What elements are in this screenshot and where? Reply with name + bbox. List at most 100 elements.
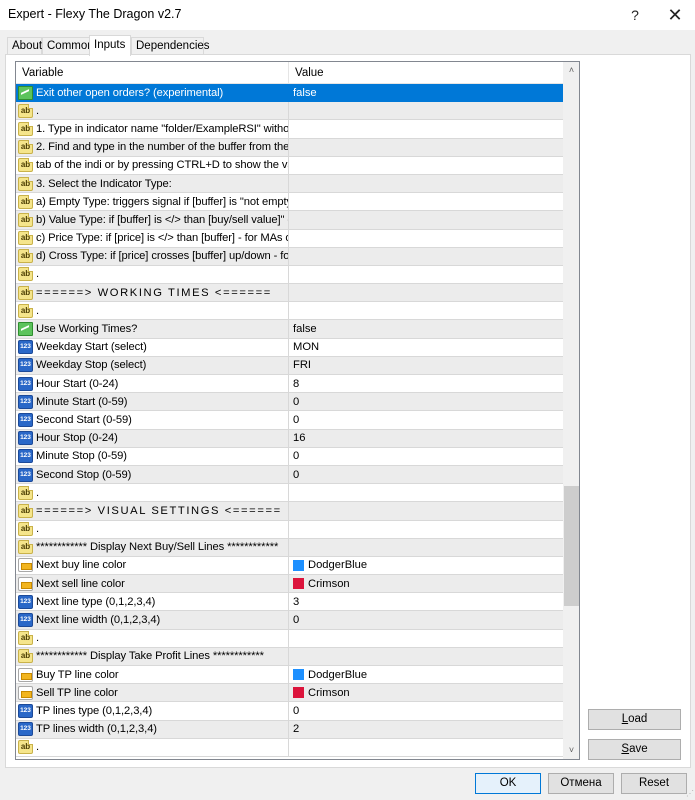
variable-cell[interactable]: 123 Minute Stop (0-59) — [16, 447, 289, 465]
tab-common[interactable]: Common — [42, 37, 94, 55]
variable-cell[interactable]: ab c) Price Type: if [price] is </> than … — [16, 229, 289, 247]
value-cell[interactable] — [289, 284, 563, 301]
value-cell[interactable]: 0 — [289, 411, 563, 428]
table-row[interactable]: ab d) Cross Type: if [price] crosses [buf… — [16, 247, 563, 266]
scroll-up-icon[interactable]: ˄ — [563, 62, 579, 79]
tab-inputs[interactable]: Inputs — [89, 35, 131, 56]
variable-cell[interactable]: ab a) Empty Type: triggers signal if [buf… — [16, 193, 289, 211]
variable-cell[interactable]: Use Working Times? — [16, 320, 289, 338]
table-row[interactable]: ab. — [16, 738, 563, 757]
value-cell[interactable] — [289, 139, 563, 156]
variable-cell[interactable]: 123 Minute Start (0-59) — [16, 393, 289, 411]
value-cell[interactable]: 0 — [289, 448, 563, 465]
value-cell[interactable] — [289, 230, 563, 247]
variable-cell[interactable]: Next sell line color — [16, 575, 289, 593]
table-row[interactable]: 123 Next line type (0,1,2,3,4) 3 — [16, 593, 563, 612]
value-cell[interactable] — [289, 248, 563, 265]
variable-cell[interactable]: ab ======> WORKING TIMES <====== — [16, 284, 289, 302]
resize-grip-icon[interactable]: ⋰ — [684, 789, 694, 799]
variable-cell[interactable]: ab. — [16, 738, 289, 756]
variable-cell[interactable]: 123 Next line width (0,1,2,3,4) — [16, 611, 289, 629]
value-cell[interactable]: 0 — [289, 702, 563, 719]
save-button[interactable]: Save — [588, 739, 681, 760]
table-row[interactable]: Use Working Times? false — [16, 320, 563, 339]
value-cell[interactable]: 16 — [289, 430, 563, 447]
table-row[interactable]: 123 Hour Stop (0-24) 16 — [16, 429, 563, 448]
help-button[interactable]: ? — [620, 3, 650, 27]
value-cell[interactable]: DodgerBlue — [289, 557, 563, 574]
variable-cell[interactable]: ab d) Cross Type: if [price] crosses [buf… — [16, 247, 289, 265]
value-cell[interactable]: false — [289, 84, 563, 101]
ok-button[interactable]: OK — [475, 773, 541, 794]
value-cell[interactable]: 0 — [289, 466, 563, 483]
value-cell[interactable] — [289, 521, 563, 538]
table-row[interactable]: ab ************ Display Next Buy/Sell Lin… — [16, 538, 563, 557]
variable-cell[interactable]: 123 Weekday Stop (select) — [16, 356, 289, 374]
value-cell[interactable] — [289, 502, 563, 519]
value-cell[interactable]: 8 — [289, 375, 563, 392]
scroll-down-icon[interactable]: ˅ — [563, 742, 579, 759]
variable-cell[interactable]: 123 Second Start (0-59) — [16, 411, 289, 429]
variable-cell[interactable]: ab. — [16, 102, 289, 120]
variable-cell[interactable]: 123 Second Stop (0-59) — [16, 465, 289, 484]
variable-cell[interactable]: ab 2. Find and type in the number of the … — [16, 138, 289, 156]
value-cell[interactable]: 3 — [289, 593, 563, 610]
value-cell[interactable]: false — [289, 320, 563, 337]
table-row[interactable]: 123 Second Start (0-59) 0 — [16, 411, 563, 430]
table-row[interactable]: Next buy line color DodgerBlue — [16, 556, 563, 576]
table-row[interactable]: ab b) Value Type: if [buffer] is </> than… — [16, 211, 563, 230]
value-cell[interactable] — [289, 211, 563, 228]
variable-cell[interactable]: ab tab of the indi or by pressing CTRL+D … — [16, 156, 289, 174]
table-row[interactable]: 123 Minute Start (0-59) 0 — [16, 393, 563, 412]
column-header-value[interactable]: Value — [289, 62, 563, 84]
table-row[interactable]: Next sell line color Crimson — [16, 575, 563, 594]
table-row[interactable]: 123 Second Stop (0-59) 0 — [16, 465, 563, 485]
variable-cell[interactable]: 123 TP lines width (0,1,2,3,4) — [16, 720, 289, 738]
variable-cell[interactable]: ab. — [16, 484, 289, 502]
value-cell[interactable]: DodgerBlue — [289, 666, 563, 683]
table-row[interactable]: ab. — [16, 265, 563, 285]
table-row[interactable]: 123 Weekday Start (select) MON — [16, 338, 563, 357]
column-header-variable[interactable]: Variable — [16, 62, 289, 84]
table-row[interactable]: ab. — [16, 629, 563, 648]
table-row[interactable]: 123 TP lines width (0,1,2,3,4) 2 — [16, 720, 563, 739]
variable-cell[interactable]: ab. — [16, 629, 289, 647]
variable-cell[interactable]: ab ************ Display Take Profit Lines… — [16, 647, 289, 665]
value-cell[interactable]: MON — [289, 339, 563, 356]
variable-cell[interactable]: ab 1. Type in indicator name "folder/Exam… — [16, 120, 289, 138]
variable-cell[interactable]: 123 Next line type (0,1,2,3,4) — [16, 593, 289, 611]
table-row[interactable]: 123 Weekday Stop (select) FRI — [16, 356, 563, 375]
table-row[interactable]: 123 TP lines type (0,1,2,3,4) 0 — [16, 702, 563, 721]
value-cell[interactable] — [289, 739, 563, 756]
table-row[interactable]: ab tab of the indi or by pressing CTRL+D … — [16, 156, 563, 175]
table-row[interactable]: ab ************ Display Take Profit Lines… — [16, 647, 563, 666]
reset-button[interactable]: Reset — [621, 773, 687, 794]
variable-cell[interactable]: ab b) Value Type: if [buffer] is </> than… — [16, 211, 289, 229]
variable-cell[interactable]: 123 TP lines type (0,1,2,3,4) — [16, 702, 289, 720]
value-cell[interactable] — [289, 157, 563, 174]
value-cell[interactable] — [289, 120, 563, 137]
variable-cell[interactable]: Buy TP line color — [16, 666, 289, 684]
variable-cell[interactable]: Exit other open orders? (experimental) — [16, 84, 289, 102]
cancel-button[interactable]: Отмена — [548, 773, 614, 794]
variable-cell[interactable]: ab ======> VISUAL SETTINGS <====== — [16, 502, 289, 520]
value-cell[interactable] — [289, 648, 563, 665]
table-row[interactable]: ab. — [16, 520, 563, 539]
tab-about[interactable]: About — [7, 37, 42, 55]
value-cell[interactable]: FRI — [289, 357, 563, 374]
table-row[interactable]: Buy TP line color DodgerBlue — [16, 666, 563, 685]
variable-cell[interactable]: ab 3. Select the Indicator Type: — [16, 174, 289, 193]
variable-cell[interactable]: Next buy line color — [16, 556, 289, 575]
value-cell[interactable] — [289, 266, 563, 283]
table-row[interactable]: ab ======> VISUAL SETTINGS <====== — [16, 502, 563, 521]
table-row[interactable]: ab. — [16, 484, 563, 503]
value-cell[interactable]: 0 — [289, 393, 563, 410]
variable-cell[interactable]: 123 Hour Start (0-24) — [16, 375, 289, 393]
value-cell[interactable] — [289, 484, 563, 501]
scrollbar-thumb[interactable] — [564, 486, 579, 607]
table-row[interactable]: Exit other open orders? (experimental) fa… — [16, 84, 563, 103]
close-button[interactable]: ✕ — [660, 3, 690, 27]
table-row[interactable]: ab 1. Type in indicator name "folder/Exam… — [16, 120, 563, 139]
table-row[interactable]: ab a) Empty Type: triggers signal if [buf… — [16, 193, 563, 212]
table-row[interactable]: ab c) Price Type: if [price] is </> than … — [16, 229, 563, 248]
